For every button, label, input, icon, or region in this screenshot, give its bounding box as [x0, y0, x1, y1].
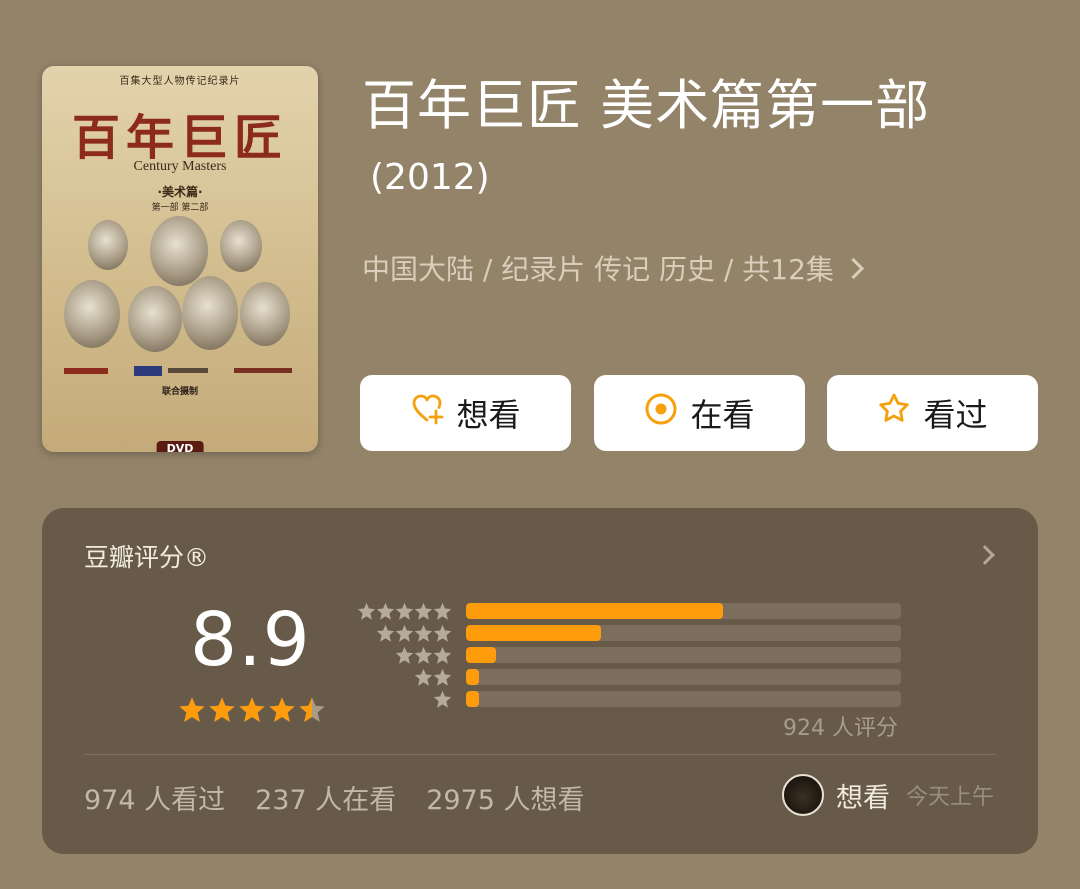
target-icon	[644, 392, 678, 434]
distribution-bar-fill	[466, 647, 497, 663]
distribution-bar-fill	[466, 603, 723, 619]
poster-portraits	[62, 216, 298, 361]
distribution-row	[356, 600, 901, 622]
small-star-icon	[395, 602, 414, 620]
meta-info-text: 中国大陆 / 纪录片 传记 历史 / 共12集	[362, 253, 834, 286]
distribution-bar-track	[466, 647, 901, 663]
heart-plus-icon	[410, 392, 444, 434]
small-star-icon	[414, 668, 433, 686]
distribution-bar-fill	[466, 669, 480, 685]
chevron-right-icon	[842, 257, 865, 279]
distribution-stars	[356, 668, 452, 687]
distribution-stars	[356, 624, 452, 643]
release-year: (2012)	[370, 157, 490, 198]
watching-button[interactable]: 在看	[594, 375, 805, 451]
distribution-bar-track	[466, 603, 901, 619]
page-title: 百年巨匠 美术篇第一部	[362, 74, 931, 137]
small-star-icon	[414, 624, 433, 642]
small-star-icon	[376, 602, 395, 620]
want-to-watch-button[interactable]: 想看	[360, 375, 571, 451]
distribution-stars	[356, 602, 452, 621]
rating-distribution	[356, 600, 901, 710]
star-outline-icon	[877, 392, 911, 434]
poster-joint-production: 联合摄制	[161, 387, 198, 397]
want-count[interactable]: 2975 人想看	[426, 778, 584, 817]
distribution-bar-fill	[466, 691, 480, 707]
poster-logos	[62, 364, 298, 384]
avatar	[781, 774, 824, 816]
want-to-watch-label: 想看	[456, 396, 521, 434]
meta-info-link[interactable]: 中国大陆 / 纪录片 传记 历史 / 共12集	[362, 248, 865, 288]
small-star-icon	[395, 624, 414, 642]
small-star-icon	[433, 646, 452, 664]
rating-card[interactable]: 豆瓣评分® 8.9 924 人评分 974 人看过 237 人在看 2975 人…	[42, 508, 1038, 854]
distribution-bar-track	[466, 625, 901, 641]
watched-button[interactable]: 看过	[827, 375, 1038, 451]
poster-subtitle: ·美术篇·	[157, 185, 203, 199]
rating-stars	[178, 696, 326, 724]
rating-title: 豆瓣评分®	[84, 543, 210, 572]
small-star-icon	[433, 602, 452, 620]
star-icon	[299, 697, 325, 722]
distribution-row	[356, 622, 901, 644]
small-star-icon	[376, 624, 395, 642]
divider	[84, 754, 996, 755]
small-star-icon	[433, 624, 452, 642]
distribution-stars	[356, 690, 452, 709]
distribution-bar-track	[466, 691, 901, 707]
chevron-right-icon[interactable]	[975, 545, 995, 565]
small-star-icon	[433, 690, 452, 708]
star-icon	[179, 697, 205, 722]
watching-label: 在看	[690, 396, 755, 434]
star-icon	[239, 697, 265, 722]
poster-title-en: Century Masters	[133, 159, 227, 174]
small-star-icon	[395, 646, 414, 664]
star-icon	[209, 697, 235, 722]
small-star-icon	[414, 646, 433, 664]
distribution-stars	[356, 646, 452, 665]
watch-stats: 974 人看过 237 人在看 2975 人想看	[84, 778, 585, 817]
watched-count[interactable]: 974 人看过	[84, 778, 225, 817]
user-mark[interactable]: 想看 今天上午	[781, 774, 994, 816]
watched-label: 看过	[923, 396, 988, 434]
watching-count[interactable]: 237 人在看	[255, 778, 396, 817]
rater-count: 924 人评分	[783, 716, 898, 741]
distribution-bar-track	[466, 669, 901, 685]
distribution-bar-fill	[466, 625, 601, 641]
poster-dvd-badge: DVD	[156, 441, 204, 452]
small-star-icon	[414, 602, 433, 620]
poster-title-cn: 百年巨匠	[71, 110, 288, 166]
star-icon	[269, 697, 295, 722]
user-status: 想看	[835, 782, 890, 814]
user-time: 今天上午	[905, 785, 994, 810]
poster-image[interactable]: 百集大型人物传记纪录片 百年巨匠 Century Masters ·美术篇· 第…	[42, 66, 318, 452]
poster-part-label: 第一部 第二部	[151, 203, 209, 213]
poster-top-line: 百集大型人物传记纪录片	[119, 76, 241, 87]
distribution-row	[356, 666, 901, 688]
distribution-row	[356, 644, 901, 666]
small-star-icon	[357, 602, 376, 620]
distribution-row	[356, 688, 901, 710]
rating-score: 8.9	[190, 597, 311, 683]
small-star-icon	[433, 668, 452, 686]
